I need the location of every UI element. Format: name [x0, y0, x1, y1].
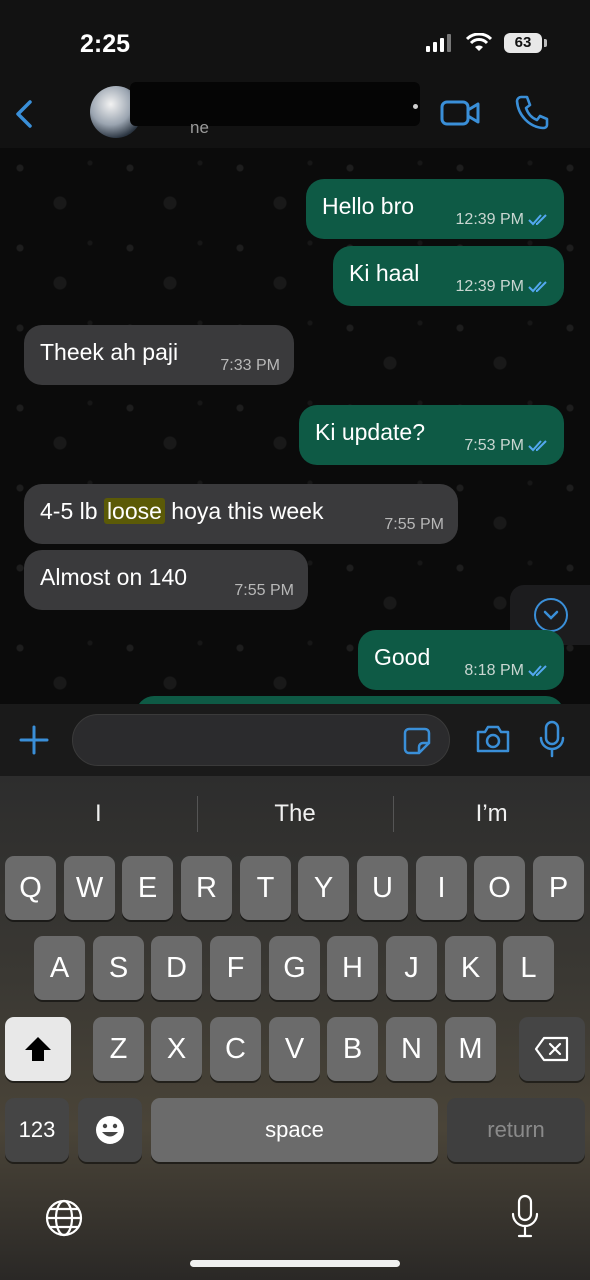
chat-header: ne	[0, 80, 590, 148]
message-bubble-partial[interactable]	[136, 696, 564, 704]
message-input[interactable]	[72, 714, 450, 766]
emoji-icon	[96, 1116, 124, 1144]
key-a[interactable]: A	[34, 936, 85, 1000]
key-e[interactable]: E	[122, 856, 173, 920]
contact-subtitle: ne	[190, 118, 209, 137]
video-call-icon[interactable]	[440, 98, 480, 128]
message-time: 7:33 PM	[220, 357, 280, 374]
keyboard: I The I’m Q W E R T Y U I O P A S D F G …	[0, 776, 590, 1280]
status-bar: 2:25 63	[0, 0, 590, 80]
key-r[interactable]: R	[181, 856, 232, 920]
message-text: Hello bro	[322, 193, 415, 219]
key-l[interactable]: L	[503, 936, 554, 1000]
key-n[interactable]: N	[386, 1017, 437, 1081]
camera-icon[interactable]	[475, 724, 511, 754]
message-bubble[interactable]: Theek ah paji 7:33 PM	[24, 325, 294, 385]
key-m[interactable]: M	[445, 1017, 496, 1081]
suggestion[interactable]: I’m	[393, 776, 590, 852]
key-k[interactable]: K	[445, 936, 496, 1000]
message-meta: 12:39 PM	[456, 278, 550, 296]
key-x[interactable]: X	[151, 1017, 202, 1081]
predictive-bar: I The I’m	[0, 776, 590, 852]
read-receipt-icon	[528, 665, 547, 677]
message-time: 12:39 PM	[455, 211, 524, 228]
search-highlight: loose	[103, 498, 165, 524]
read-receipt-icon	[528, 281, 547, 293]
message-time: 12:39 PM	[455, 278, 524, 295]
read-receipt-icon	[528, 440, 547, 452]
key-z[interactable]: Z	[93, 1017, 144, 1081]
message-time: 7:53 PM	[464, 437, 524, 454]
space-key[interactable]: space	[151, 1098, 438, 1162]
key-h[interactable]: H	[327, 936, 378, 1000]
message-bubble[interactable]: Ki update? 7:53 PM	[299, 405, 564, 465]
battery-indicator: 63	[504, 33, 547, 53]
sticker-icon[interactable]	[403, 727, 431, 755]
voice-call-icon[interactable]	[515, 94, 549, 130]
message-time: 8:18 PM	[464, 662, 524, 679]
shift-key[interactable]	[5, 1017, 71, 1081]
signal-icon	[426, 34, 451, 52]
message-text: Ki update?	[315, 419, 425, 445]
backspace-icon	[534, 1036, 569, 1062]
message-time: 7:55 PM	[234, 582, 294, 599]
message-text: Good	[374, 644, 431, 670]
home-indicator[interactable]	[190, 1260, 400, 1267]
message-meta: 12:39 PM	[456, 211, 550, 229]
message-input-bar	[0, 704, 590, 776]
key-w[interactable]: W	[64, 856, 115, 920]
message-meta: 8:18 PM	[464, 662, 550, 680]
message-bubble[interactable]: Almost on 140 7:55 PM	[24, 550, 308, 610]
backspace-key[interactable]	[519, 1017, 585, 1081]
suggestion[interactable]: I	[0, 776, 197, 852]
key-j[interactable]: J	[386, 936, 437, 1000]
mic-icon[interactable]	[538, 720, 566, 758]
message-text-part: 4-5 lb	[40, 498, 104, 524]
message-bubble[interactable]: Ki haal 12:39 PM	[333, 246, 564, 306]
scroll-down-icon	[534, 598, 568, 632]
key-s[interactable]: S	[93, 936, 144, 1000]
emoji-key[interactable]	[78, 1098, 142, 1162]
shift-icon	[25, 1037, 51, 1061]
key-d[interactable]: D	[151, 936, 202, 1000]
message-meta: 7:53 PM	[464, 437, 550, 455]
message-bubble[interactable]: Good 8:18 PM	[358, 630, 564, 690]
globe-icon[interactable]	[44, 1198, 84, 1238]
message-text: 4-5 lb loose hoya this week	[40, 498, 323, 525]
key-b[interactable]: B	[327, 1017, 378, 1081]
key-t[interactable]: T	[240, 856, 291, 920]
key-q[interactable]: Q	[5, 856, 56, 920]
message-text: Theek ah paji	[40, 339, 179, 365]
suggestion[interactable]: The	[196, 776, 394, 852]
plus-icon[interactable]	[18, 724, 50, 756]
message-bubble[interactable]: Hello bro 12:39 PM	[306, 179, 564, 239]
message-text: Ki haal	[349, 260, 420, 286]
status-time: 2:25	[80, 30, 131, 58]
return-key[interactable]: return	[447, 1098, 585, 1162]
message-time: 7:55 PM	[384, 516, 444, 533]
key-c[interactable]: C	[210, 1017, 261, 1081]
read-receipt-icon	[528, 214, 547, 226]
numbers-key[interactable]: 123	[5, 1098, 69, 1162]
back-chevron-icon[interactable]	[10, 94, 40, 134]
message-text: Almost on 140	[40, 564, 188, 590]
key-f[interactable]: F	[210, 936, 261, 1000]
chat-area[interactable]: Hello bro 12:39 PM Ki haal 12:39 PM Thee…	[0, 148, 590, 704]
wifi-icon	[466, 33, 492, 51]
key-g[interactable]: G	[269, 936, 320, 1000]
message-bubble[interactable]: 4-5 lb loose hoya this week 7:55 PM	[24, 484, 458, 544]
dictation-mic-icon[interactable]	[510, 1194, 540, 1240]
status-icons: 63	[426, 33, 547, 53]
contact-name-redacted[interactable]	[130, 82, 420, 126]
key-y[interactable]: Y	[298, 856, 349, 920]
message-text-part: hoya this week	[164, 498, 324, 524]
header-dot	[413, 104, 418, 109]
key-o[interactable]: O	[474, 856, 525, 920]
key-u[interactable]: U	[357, 856, 408, 920]
key-i[interactable]: I	[416, 856, 467, 920]
key-p[interactable]: P	[533, 856, 584, 920]
key-v[interactable]: V	[269, 1017, 320, 1081]
